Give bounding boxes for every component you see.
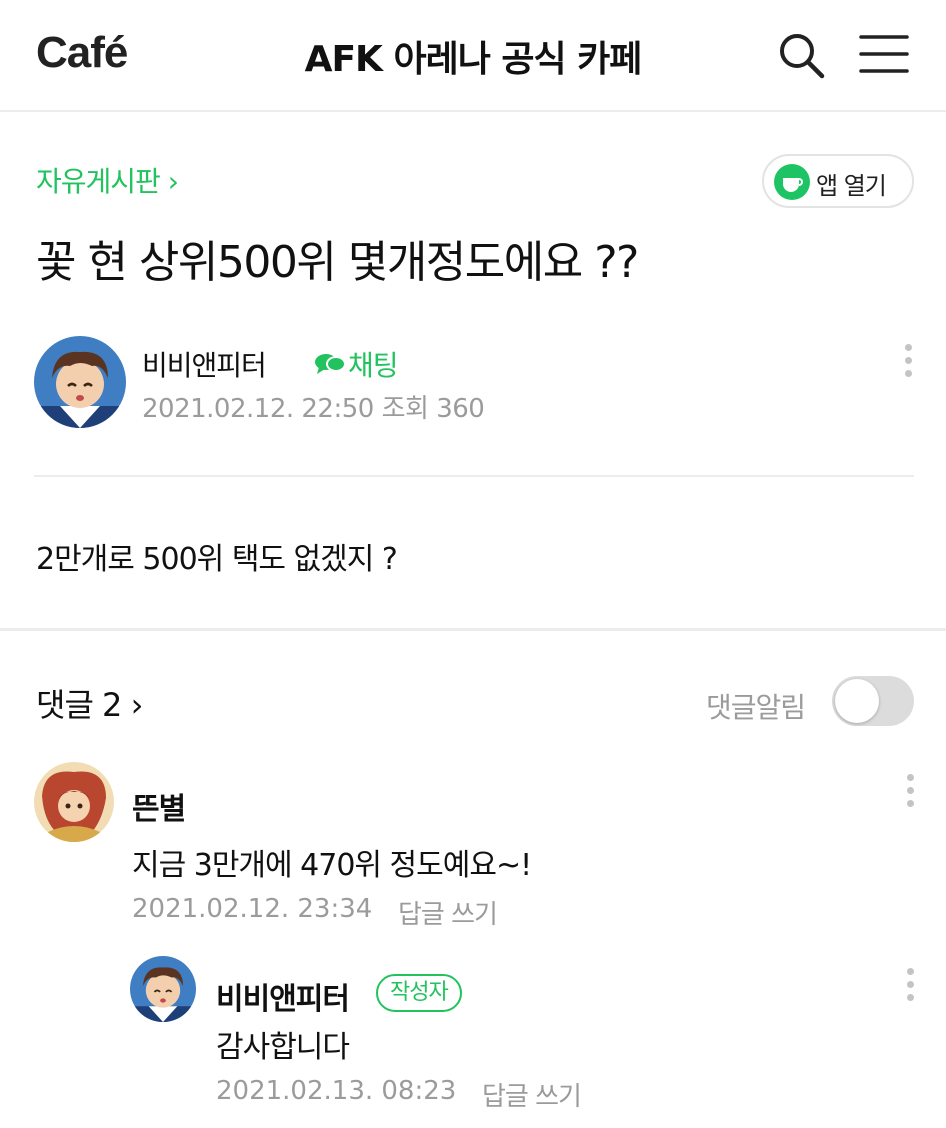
reply-text: 감사합니다 xyxy=(216,1030,350,1065)
reply-button[interactable]: 답글 쓰기 xyxy=(398,894,498,931)
comment-more-icon[interactable] xyxy=(900,774,920,814)
comment-notify-label: 댓글알림 xyxy=(706,691,806,724)
top-header: Café AFK 아레나 공식 카페 xyxy=(0,0,946,112)
reply-button[interactable]: 답글 쓰기 xyxy=(482,1076,582,1113)
chat-button[interactable]: 채팅 xyxy=(314,344,399,384)
post-meta: 2021.02.12. 22:50 조회 360 xyxy=(142,388,485,425)
author-avatar[interactable] xyxy=(34,336,126,428)
post-more-icon[interactable] xyxy=(898,344,918,384)
post-title: 꽃 현 상위500위 몇개정도에요 ?? xyxy=(36,237,639,288)
reply-author[interactable]: 비비앤피터 xyxy=(216,974,350,1018)
post-date: 2021.02.12. 22:50 xyxy=(142,394,374,424)
comment-notify-toggle[interactable] xyxy=(832,676,914,726)
reply-more-icon[interactable] xyxy=(900,968,920,1008)
search-icon[interactable] xyxy=(776,30,826,80)
app-open-label: 앱 열기 xyxy=(816,172,887,200)
cafe-app-icon xyxy=(774,164,810,200)
comment-date: 2021.02.12. 23:34 xyxy=(132,894,373,924)
reply-date: 2021.02.13. 08:23 xyxy=(216,1076,457,1106)
section-divider xyxy=(0,628,946,631)
divider xyxy=(34,475,914,477)
hamburger-menu-icon[interactable] xyxy=(858,30,910,80)
author-name[interactable]: 비비앤피터 xyxy=(142,344,267,384)
comment-author[interactable]: 뜬별 xyxy=(132,784,186,828)
post-views: 조회 360 xyxy=(381,394,485,424)
chat-bubble-icon xyxy=(314,351,346,384)
author-badge: 작성자 xyxy=(376,974,462,1012)
reply-author-avatar[interactable] xyxy=(130,956,196,1022)
comment-text: 지금 3만개에 470위 정도예요~! xyxy=(132,848,532,883)
chat-label: 채팅 xyxy=(348,349,399,382)
board-link[interactable]: 자유게시판 › xyxy=(36,160,179,200)
comments-header-link[interactable]: 댓글 2 › xyxy=(36,680,143,726)
commenter-avatar[interactable] xyxy=(34,762,114,842)
toggle-knob xyxy=(835,679,879,723)
app-open-button[interactable]: 앱 열기 xyxy=(762,154,914,208)
post-body: 2만개로 500위 택도 없겠지 ? xyxy=(36,542,398,577)
